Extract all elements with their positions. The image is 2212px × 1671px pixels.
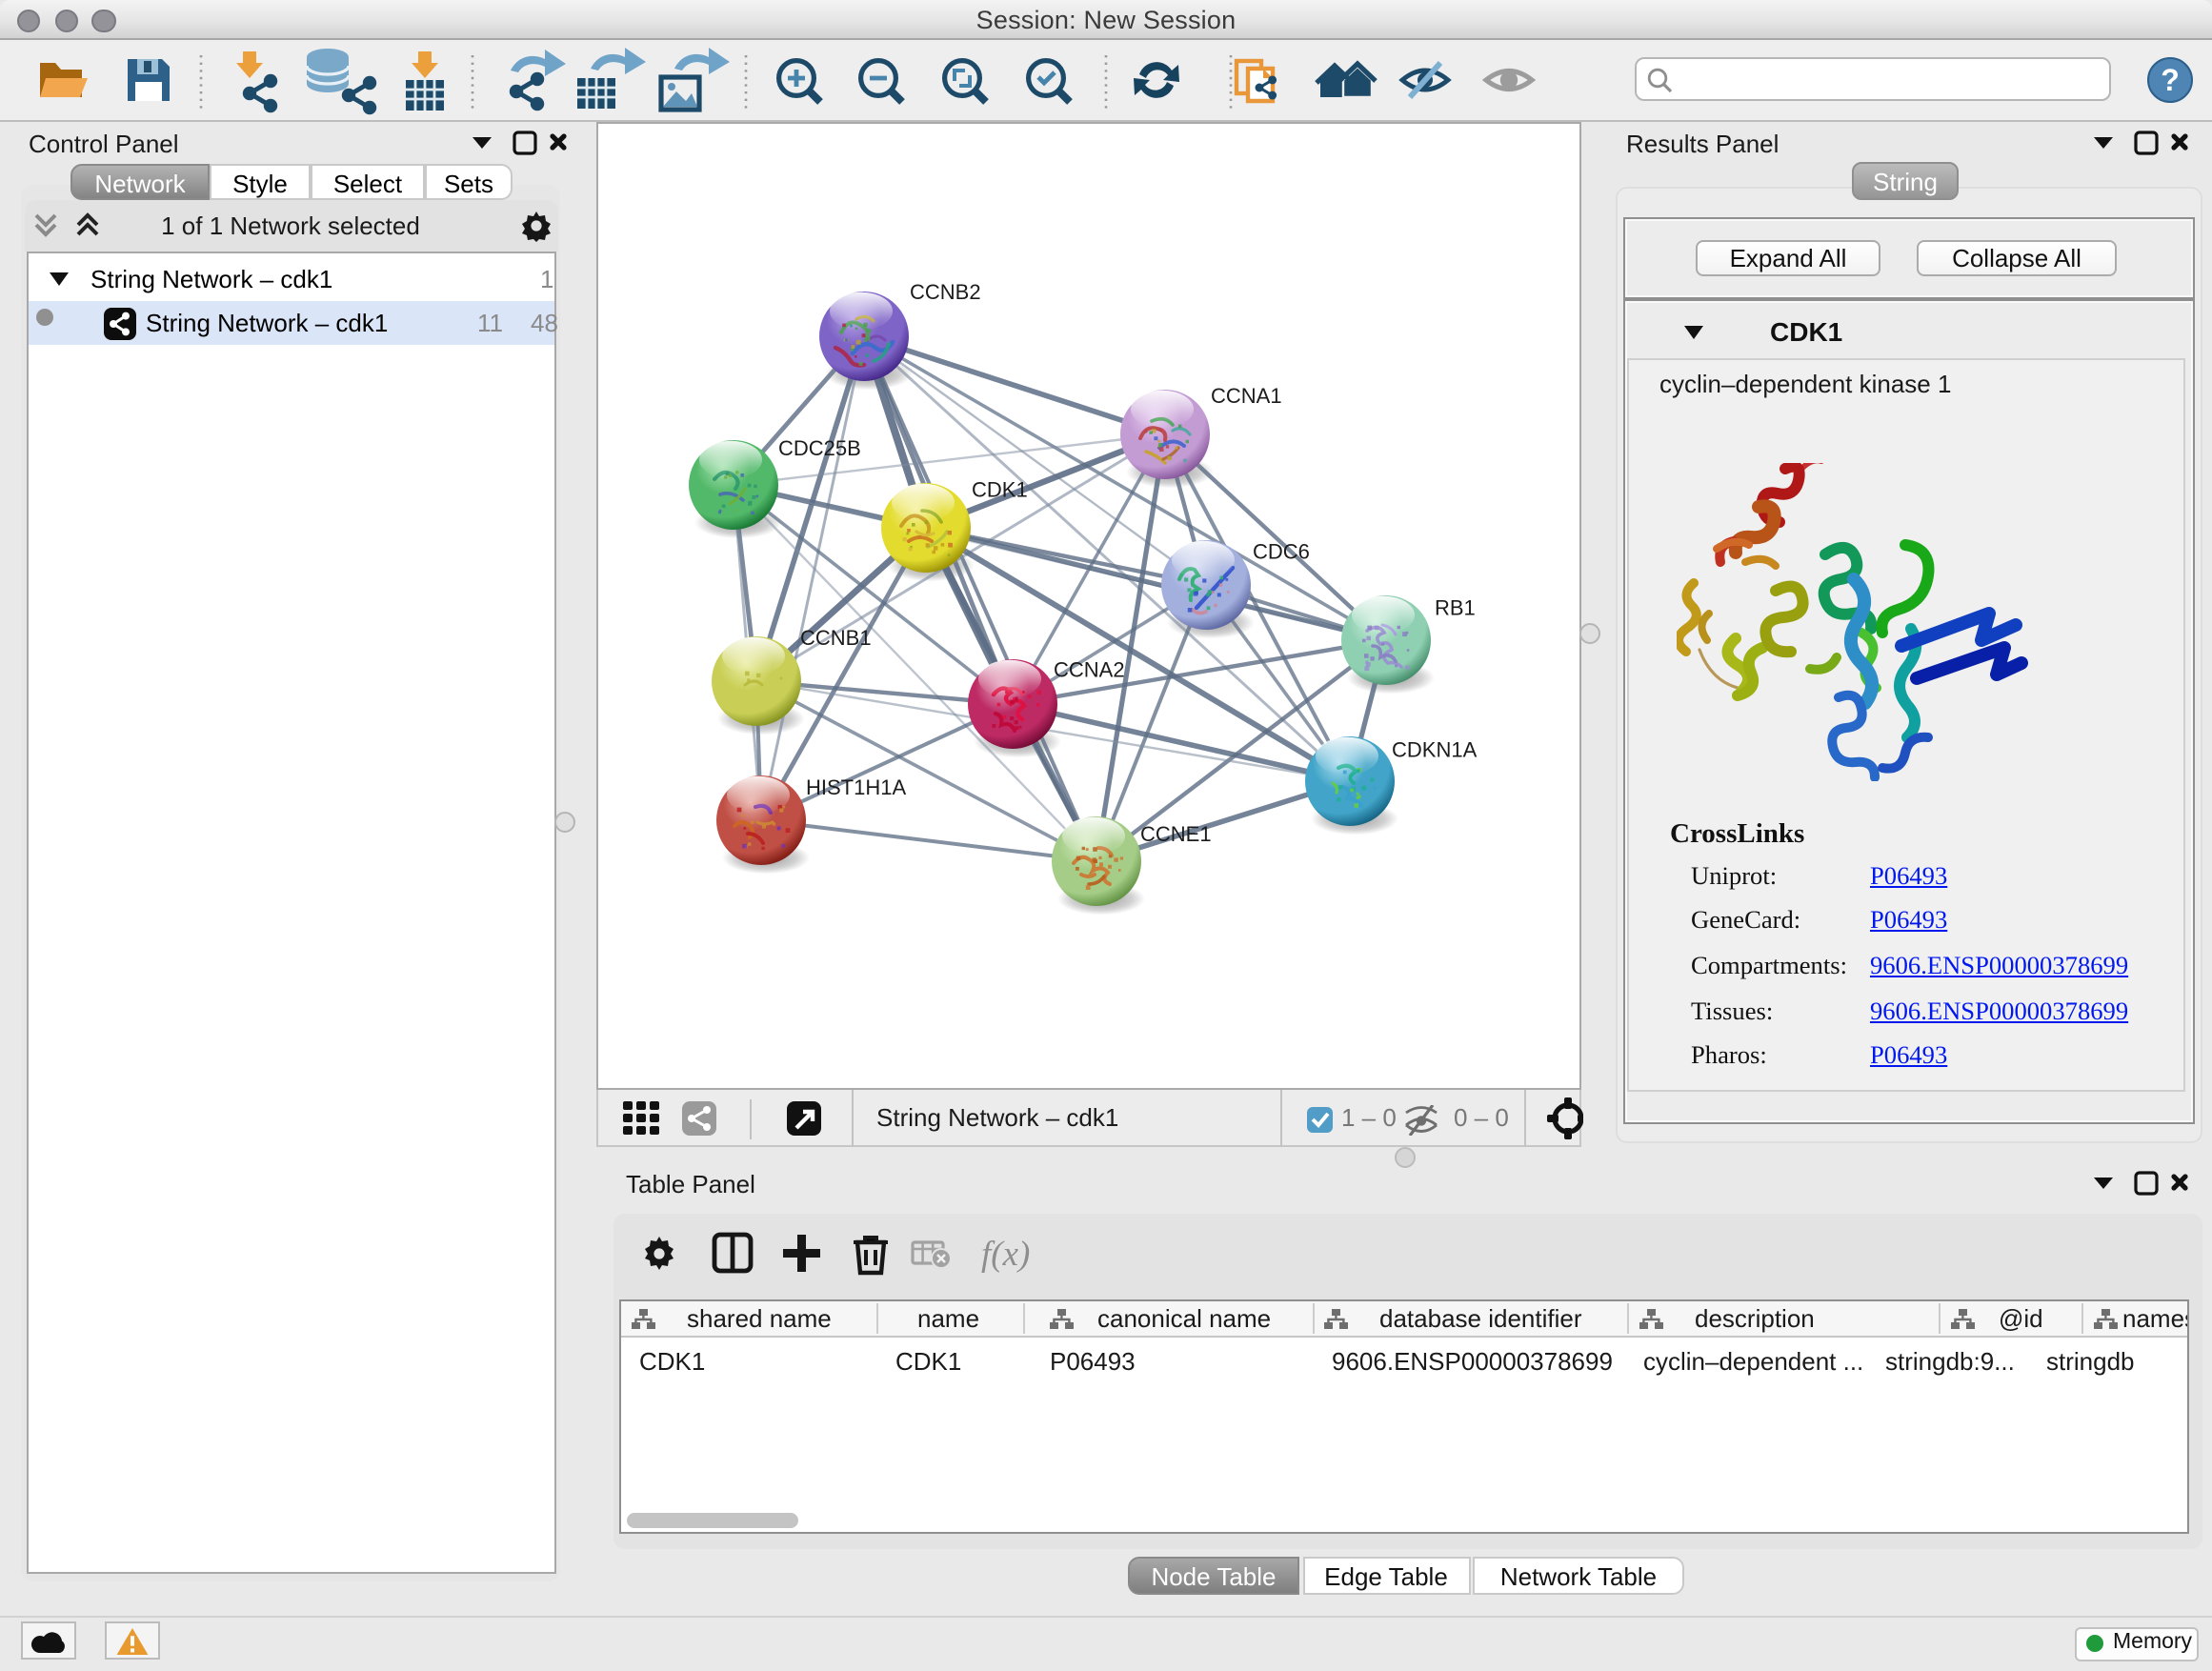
svg-text:@id: @id: [1998, 1304, 2042, 1333]
svg-text:?: ?: [2161, 63, 2180, 97]
svg-text:HIST1H1A: HIST1H1A: [806, 775, 906, 798]
svg-text:database identifier: database identifier: [1378, 1304, 1581, 1333]
svg-text:name: name: [916, 1304, 978, 1333]
svg-text:CCNE1: CCNE1: [1140, 821, 1212, 845]
svg-text:stringdb: stringdb: [2045, 1347, 2134, 1376]
svg-text:CDKN1A: CDKN1A: [1392, 736, 1478, 760]
svg-text:CDK1: CDK1: [638, 1347, 704, 1376]
svg-text:P06493: P06493: [1049, 1347, 1135, 1376]
svg-text:CDC25B: CDC25B: [778, 435, 861, 459]
svg-text:cyclin–dependent ...: cyclin–dependent ...: [1642, 1347, 1862, 1376]
svg-text:namespac: namespac: [2122, 1304, 2186, 1333]
svg-text:shared name: shared name: [686, 1304, 831, 1333]
svg-text:CDK1: CDK1: [972, 476, 1028, 500]
svg-text:RB1: RB1: [1435, 594, 1476, 618]
svg-text:CDC6: CDC6: [1253, 538, 1310, 562]
svg-text:description: description: [1694, 1304, 1814, 1333]
svg-text:CCNA2: CCNA2: [1054, 656, 1125, 680]
svg-text:CCNA1: CCNA1: [1211, 383, 1282, 407]
svg-text:stringdb:9...: stringdb:9...: [1884, 1347, 2014, 1376]
svg-text:CCNB1: CCNB1: [800, 625, 872, 649]
svg-text:9606.ENSP00000378699: 9606.ENSP00000378699: [1331, 1347, 1612, 1376]
svg-text:CDK1: CDK1: [895, 1347, 960, 1376]
svg-text:CCNB2: CCNB2: [910, 279, 981, 303]
svg-text:canonical name: canonical name: [1096, 1304, 1270, 1333]
svg-text:f(x): f(x): [981, 1234, 1030, 1273]
